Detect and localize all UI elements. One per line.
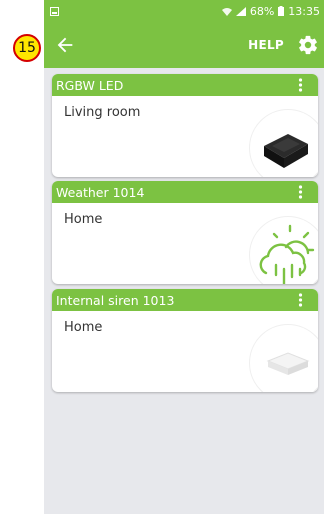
device-name: RGBW LED (56, 77, 124, 93)
cell-signal-icon (235, 6, 246, 16)
more-options-icon[interactable] (298, 78, 303, 92)
device-card-internal-siren[interactable]: Internal siren 1013 Home (52, 289, 318, 392)
back-arrow-icon[interactable] (54, 34, 76, 56)
device-room: Home (64, 212, 103, 227)
device-card-weather[interactable]: Weather 1014 Home (52, 181, 318, 284)
device-card-header: RGBW LED (52, 74, 318, 96)
step-number: 15 (18, 40, 36, 56)
device-image-frame (249, 216, 318, 284)
status-indicators: 68% 13:35 (221, 4, 320, 18)
battery-percent: 68% (249, 4, 275, 18)
notification-icon (50, 6, 59, 16)
device-image-frame (249, 109, 318, 177)
device-image-frame (249, 324, 318, 392)
clock: 13:35 (288, 4, 320, 18)
device-name: Internal siren 1013 (56, 292, 175, 308)
battery-icon (278, 6, 285, 16)
device-card-body: Living room (52, 96, 318, 177)
help-button[interactable]: HELP (248, 38, 284, 52)
status-bar: 68% 13:35 (44, 0, 324, 22)
led-controller-image (264, 134, 308, 168)
device-name: Weather 1014 (56, 184, 145, 200)
device-card-header: Weather 1014 (52, 181, 318, 203)
device-room: Home (64, 320, 103, 335)
device-card-rgbw-led[interactable]: RGBW LED Living room (52, 74, 318, 177)
device-room: Living room (64, 105, 141, 120)
app-bar: HELP (44, 22, 324, 68)
wifi-icon (221, 7, 232, 16)
device-card-header: Internal siren 1013 (52, 289, 318, 311)
device-card-body: Home (52, 311, 318, 392)
step-number-badge: 15 (13, 34, 41, 62)
settings-gear-icon[interactable] (297, 34, 319, 56)
app-screen: 68% 13:35 HELP RGBW LED Living room Weat… (44, 0, 324, 514)
siren-device-image (266, 352, 310, 375)
weather-cloud-sun-rain-icon (259, 224, 315, 284)
more-options-icon[interactable] (298, 293, 303, 307)
device-card-body: Home (52, 203, 318, 284)
more-options-icon[interactable] (298, 185, 303, 199)
